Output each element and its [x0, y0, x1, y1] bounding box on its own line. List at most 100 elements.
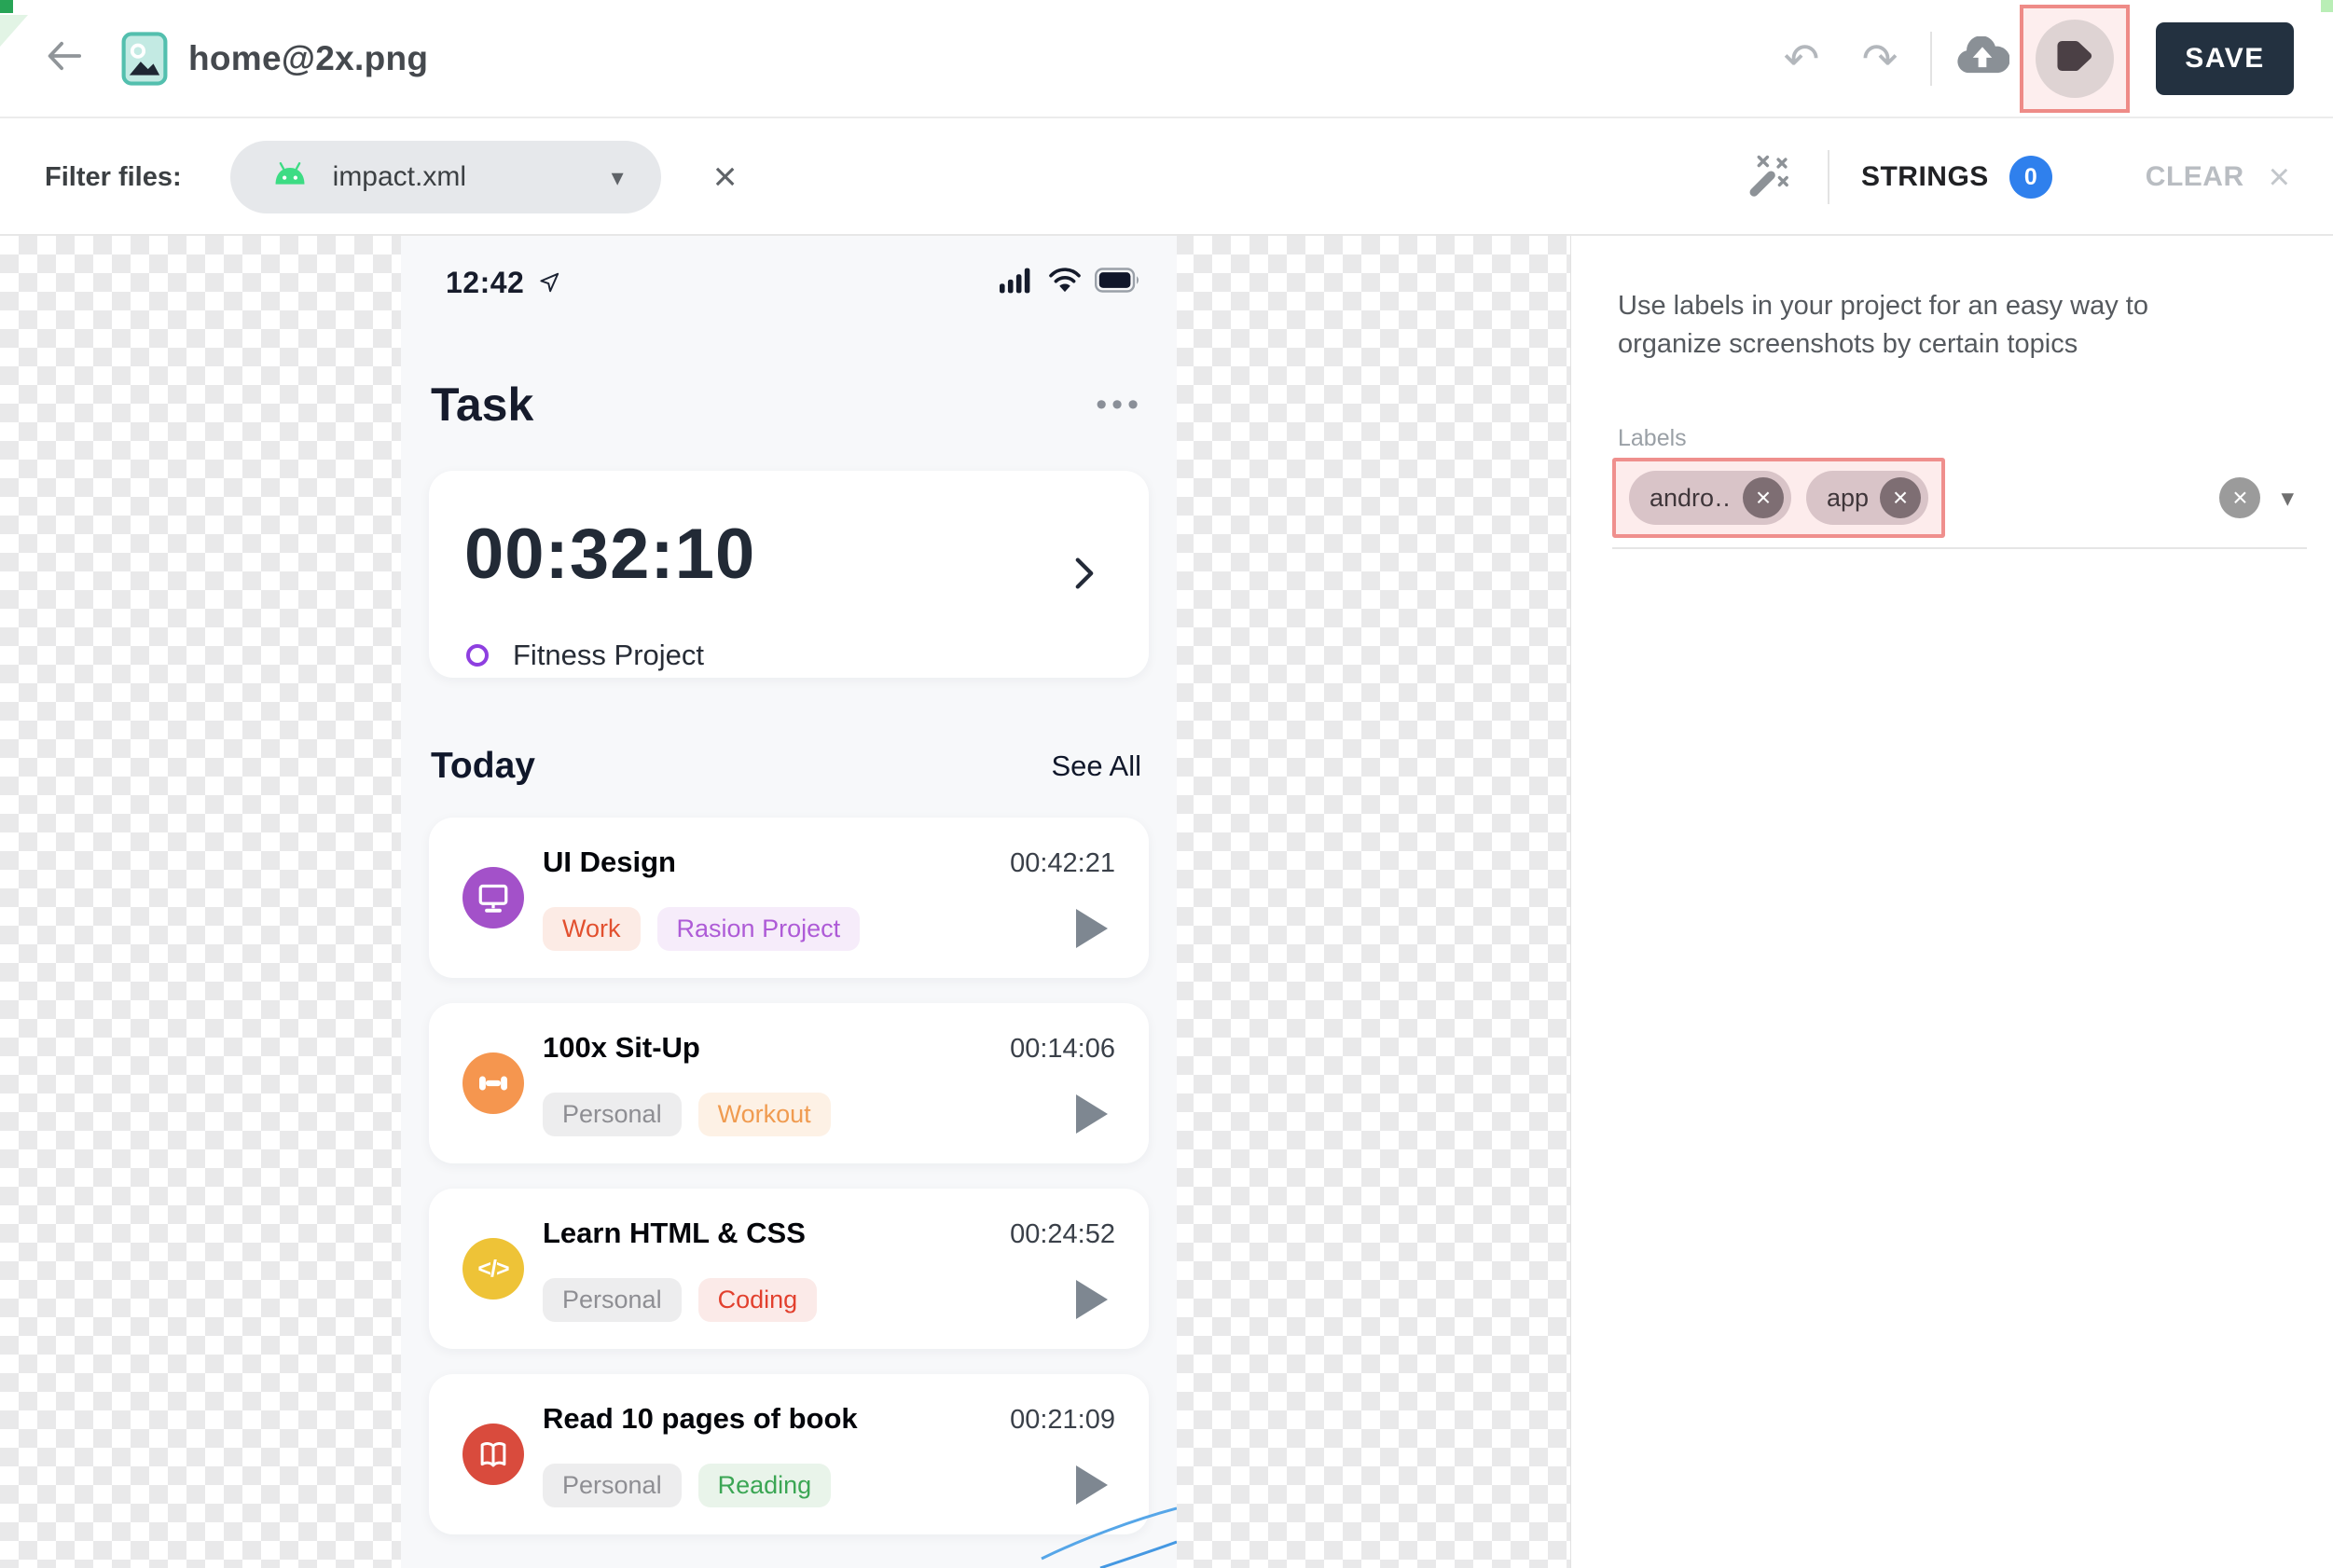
label-tool-button[interactable] — [2036, 20, 2114, 98]
dumbbell-icon — [462, 1052, 524, 1114]
status-icons — [1000, 268, 1139, 298]
battery-icon — [1095, 268, 1139, 297]
screen-title: Task — [431, 378, 533, 432]
task-time: 00:14:06 — [1010, 1034, 1115, 1065]
label-chip[interactable]: app × — [1806, 471, 1928, 525]
filter-files-label: Filter files: — [45, 162, 182, 193]
play-icon — [1076, 1094, 1108, 1134]
task-tags: Personal Reading — [543, 1464, 831, 1507]
task-time: 00:42:21 — [1010, 848, 1115, 879]
close-icon: × — [2269, 157, 2290, 199]
phone-screenshot[interactable]: 12:42 — [401, 236, 1177, 1568]
chevron-right-icon — [1074, 557, 1095, 595]
screen-title-row: Task ••• — [431, 378, 1143, 432]
file-filter-dropdown[interactable]: impact.xml ▾ — [230, 141, 661, 213]
timer-project-row: Fitness Project — [466, 639, 704, 672]
back-button[interactable] — [43, 37, 86, 80]
today-row: Today See All — [431, 746, 1141, 787]
recording-artifact — [0, 0, 13, 13]
wave-decoration — [953, 1484, 1177, 1568]
strings-count-badge: 0 — [2009, 156, 2052, 199]
task-title: 100x Sit-Up — [543, 1031, 700, 1065]
upload-button[interactable] — [1956, 33, 2009, 85]
label-chip-text: andro… — [1650, 484, 1732, 513]
undo-button[interactable]: ↶ — [1775, 33, 1828, 85]
labels-description: Use labels in your project for an easy w… — [1618, 287, 2258, 364]
clear-label: CLEAR — [2146, 161, 2244, 193]
timer-card: 00:32:10 Fitness Project — [429, 471, 1149, 678]
filter-bar: Filter files: impact.xml ▾ × — [0, 120, 2333, 236]
location-arrow-icon — [537, 270, 561, 295]
monitor-icon — [462, 867, 524, 928]
remove-label-button[interactable]: × — [1743, 477, 1784, 518]
task-tags: Work Rasion Project — [543, 907, 860, 951]
task-time: 00:24:52 — [1010, 1219, 1115, 1250]
task-time: 00:21:09 — [1010, 1405, 1115, 1436]
header: home@2x.png ↶ ↷ — [0, 0, 2333, 118]
labels-field-label: Labels — [1618, 425, 2333, 452]
cloud-upload-icon — [1955, 36, 2009, 80]
android-icon — [271, 160, 309, 195]
labels-field: andro… × app × × ▾ — [1612, 458, 2307, 549]
clear-strings-button[interactable]: CLEAR × — [2146, 157, 2290, 199]
redo-button[interactable]: ↷ — [1854, 33, 1906, 85]
status-bar: 12:42 — [446, 258, 1139, 307]
divider — [1828, 150, 1829, 204]
label-chip-text: app — [1827, 484, 1869, 513]
tag-badge: Personal — [543, 1464, 682, 1507]
status-time: 12:42 — [446, 266, 524, 300]
task-title: Read 10 pages of book — [543, 1402, 858, 1436]
clear-filter-button[interactable]: × — [700, 152, 751, 202]
header-actions: ↶ ↷ — [1775, 5, 2333, 113]
label-tool-highlight — [2020, 5, 2130, 113]
book-icon — [462, 1424, 524, 1485]
tag-icon — [2055, 38, 2094, 78]
strings-label: STRINGS — [1861, 161, 1989, 193]
task-title: UI Design — [543, 846, 676, 879]
tag-badge: Workout — [698, 1093, 831, 1136]
code-icon: </> — [462, 1238, 524, 1300]
task-card: UI Design 00:42:21 Work Rasion Project — [429, 818, 1149, 978]
redo-icon: ↷ — [1862, 37, 1898, 80]
undo-icon: ↶ — [1784, 37, 1820, 80]
remove-label-button[interactable]: × — [1880, 477, 1921, 518]
task-tags: Personal Coding — [543, 1278, 817, 1322]
recording-artifact — [0, 15, 28, 47]
timer-value: 00:32:10 — [464, 514, 755, 595]
recording-artifact — [2321, 0, 2333, 12]
task-title: Learn HTML & CSS — [543, 1217, 806, 1250]
task-tags: Personal Workout — [543, 1093, 831, 1136]
tag-badge: Work — [543, 907, 641, 951]
app-window: home@2x.png ↶ ↷ — [0, 0, 2333, 1568]
play-icon — [1076, 909, 1108, 948]
labels-panel: Use labels in your project for an easy w… — [1570, 236, 2333, 1568]
back-arrow-icon — [44, 35, 85, 81]
transparency-checkerboard-canvas: 12:42 — [0, 236, 2333, 1568]
cellular-signal-icon — [1000, 268, 1035, 298]
clear-all-labels-button[interactable]: × — [2219, 477, 2260, 518]
labels-highlight: andro… × app × — [1612, 458, 1945, 538]
tag-badge: Personal — [543, 1093, 682, 1136]
play-icon — [1076, 1280, 1108, 1319]
magic-wand-button[interactable] — [1742, 149, 1798, 205]
tag-badge: Rasion Project — [657, 907, 861, 951]
magic-wand-icon — [1746, 151, 1794, 204]
image-file-icon — [121, 32, 168, 86]
strings-tab[interactable]: STRINGS 0 — [1861, 156, 2052, 199]
page-title: home@2x.png — [188, 39, 428, 78]
labels-field-controls: × ▾ — [2219, 477, 2307, 518]
filter-bar-actions: STRINGS 0 CLEAR × — [1742, 149, 2290, 205]
wifi-icon — [1048, 268, 1082, 297]
divider — [1930, 32, 1932, 86]
chevron-down-icon: ▾ — [612, 163, 624, 192]
tag-badge: Personal — [543, 1278, 682, 1322]
file-filter-value: impact.xml — [333, 161, 466, 193]
project-name: Fitness Project — [513, 639, 704, 672]
chevron-down-icon[interactable]: ▾ — [2281, 484, 2294, 513]
project-ring-icon — [466, 644, 489, 667]
task-card: </> Learn HTML & CSS 00:24:52 Personal C… — [429, 1189, 1149, 1349]
save-button[interactable]: SAVE — [2156, 22, 2294, 95]
label-chip[interactable]: andro… × — [1629, 471, 1791, 525]
more-menu-icon: ••• — [1096, 387, 1143, 423]
today-heading: Today — [431, 746, 535, 787]
